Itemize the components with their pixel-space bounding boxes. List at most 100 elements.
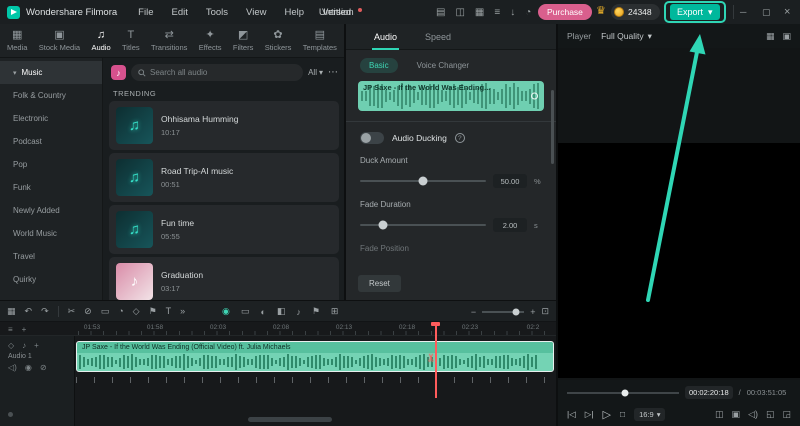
window-close-button[interactable]: × xyxy=(784,0,790,24)
tab-audio-properties[interactable]: Audio xyxy=(371,24,400,50)
ai-music-icon[interactable]: ♪ xyxy=(111,65,126,80)
track-keyframe-icon[interactable]: ◇ xyxy=(8,341,14,350)
tab-titles[interactable]: T Titles xyxy=(122,29,140,52)
split-icon[interactable]: ✂ xyxy=(68,306,76,317)
progress-handle[interactable] xyxy=(621,389,629,396)
fade-duration-value[interactable]: 2.00 xyxy=(493,218,527,232)
sidebar-item-music[interactable]: ▾ Music xyxy=(0,61,102,84)
layout-switch-icon[interactable]: ◫ xyxy=(455,7,464,18)
play-icon[interactable]: ▷ xyxy=(603,408,611,421)
crop-icon[interactable]: ▭ xyxy=(101,306,110,317)
menu-file[interactable]: File xyxy=(129,7,162,18)
render-preview-icon[interactable]: ⊞ xyxy=(331,306,339,317)
zoom-slider[interactable] xyxy=(482,308,525,315)
timeline-ruler[interactable]: ≡ + 01:53 01:58 02:03 02:08 02:13 02:18 … xyxy=(0,322,556,336)
text-tool-icon[interactable]: T xyxy=(166,306,172,316)
menu-view[interactable]: View xyxy=(237,7,275,18)
workspace-icon[interactable]: ▦ xyxy=(7,306,16,317)
more-tools-icon[interactable]: » xyxy=(180,306,185,316)
mask-icon[interactable]: ◐ xyxy=(260,307,265,317)
export-button[interactable]: Export ▾ xyxy=(670,4,720,20)
next-frame-icon[interactable]: ▷| xyxy=(585,409,594,420)
subtab-basic[interactable]: Basic xyxy=(360,58,398,73)
sidebar-item-electronic[interactable]: Electronic xyxy=(0,107,102,130)
playback-progress-slider[interactable] xyxy=(567,389,679,396)
duck-amount-slider[interactable] xyxy=(360,176,486,186)
zoom-handle[interactable] xyxy=(512,308,520,315)
sidebar-item-newly-added[interactable]: Newly Added xyxy=(0,199,102,222)
sidebar-item-travel[interactable]: Travel xyxy=(0,245,102,268)
coins-balance[interactable]: 24348 xyxy=(611,4,660,20)
sidebar-item-funk[interactable]: Funk xyxy=(0,176,102,199)
list-item-track[interactable]: ♫ Ohhisama Humming 10:17 xyxy=(109,101,339,150)
track-menu-icon[interactable]: ≡ xyxy=(8,325,13,334)
mic-icon[interactable]: ♪ xyxy=(296,307,301,317)
rewards-crown-icon[interactable]: ♛ xyxy=(596,5,606,18)
fullscreen-icon[interactable]: ◱ xyxy=(766,409,775,420)
record-enable-icon[interactable]: ◉ xyxy=(25,363,32,372)
speed-icon[interactable]: ◔ xyxy=(118,306,123,316)
grid-view-icon[interactable]: ▦ xyxy=(766,31,775,42)
tab-transitions[interactable]: ⇄ Transitions xyxy=(151,29,187,52)
tab-audio[interactable]: ♫ Audio xyxy=(91,29,110,52)
chroma-key-icon[interactable]: ◧ xyxy=(277,306,286,317)
zoom-in-icon[interactable]: + xyxy=(530,307,535,317)
tab-speed-properties[interactable]: Speed xyxy=(425,24,451,50)
zoom-out-icon[interactable]: − xyxy=(471,307,476,317)
sidebar-item-folk-country[interactable]: Folk & Country xyxy=(0,84,102,107)
import-icon[interactable]: ↓ xyxy=(510,7,515,18)
stop-icon[interactable]: □ xyxy=(620,409,625,419)
aspect-ratio-dropdown[interactable]: 16:9 ▾ xyxy=(634,407,666,421)
fade-duration-slider[interactable] xyxy=(360,220,486,230)
tab-stock-media[interactable]: ▣ Stock Media xyxy=(39,29,80,52)
voiceover-record-icon[interactable]: ◉ xyxy=(222,306,230,317)
quality-dropdown[interactable]: Full Quality ▾ xyxy=(601,31,652,42)
menu-tools[interactable]: Tools xyxy=(197,7,237,18)
snapshot-icon[interactable]: ◫ xyxy=(715,409,724,420)
menu-edit[interactable]: Edit xyxy=(162,7,196,18)
sidebar-item-podcast[interactable]: Podcast xyxy=(0,130,102,153)
slider-handle[interactable] xyxy=(418,176,428,186)
marker-icon[interactable]: ⚑ xyxy=(149,306,157,317)
tab-media[interactable]: ▦ Media xyxy=(7,29,27,52)
purchase-button[interactable]: Purchase xyxy=(538,4,592,20)
list-item-track[interactable]: ♫ Fun time 05:55 xyxy=(109,205,339,254)
panel-arrange-icon[interactable]: ▦ xyxy=(475,7,484,18)
volume-icon[interactable]: ◁) xyxy=(748,409,758,420)
window-minimize-button[interactable]: ─ xyxy=(740,0,746,24)
subtab-voice-changer[interactable]: Voice Changer xyxy=(408,58,478,73)
voiceover-icon[interactable]: ♪ xyxy=(22,341,26,350)
add-track-icon[interactable]: + xyxy=(22,325,27,334)
tab-effects[interactable]: ✦ Effects xyxy=(199,29,222,52)
fit-timeline-icon[interactable]: ⊡ xyxy=(541,306,549,317)
tab-templates[interactable]: ▤ Templates xyxy=(303,29,337,52)
delete-icon[interactable]: ⊘ xyxy=(84,306,92,317)
audio-ducking-toggle[interactable] xyxy=(360,132,384,144)
sidebar-item-world-music[interactable]: World Music xyxy=(0,222,102,245)
flag-marker-icon[interactable]: ⚑ xyxy=(312,306,320,317)
add-track-dot[interactable] xyxy=(8,412,13,417)
list-item-track[interactable]: ♫ Road Trip-AI music 00:51 xyxy=(109,153,339,202)
selected-clip-strip[interactable]: JP Saxe - If the World Was Ending... xyxy=(358,81,544,111)
history-icon[interactable]: ◔ xyxy=(525,7,531,18)
window-maximize-button[interactable]: ▢ xyxy=(762,0,771,24)
search-box[interactable] xyxy=(131,64,304,81)
more-options-icon[interactable]: ⋯ xyxy=(328,67,338,77)
duck-amount-value[interactable]: 50.00 xyxy=(493,174,527,188)
list-item-track[interactable]: ♪ Graduation 03:17 xyxy=(109,257,339,300)
shortcut-list-icon[interactable]: ≡ xyxy=(494,7,500,18)
device-preview-icon[interactable]: ▤ xyxy=(436,7,445,18)
monitor-icon[interactable]: ▣ xyxy=(732,409,741,420)
clip-keyframe-icon[interactable] xyxy=(531,92,538,100)
detach-player-icon[interactable]: ◲ xyxy=(782,409,791,420)
add-icon[interactable]: + xyxy=(34,341,39,350)
mute-icon[interactable]: ◁) xyxy=(8,363,17,372)
lock-icon[interactable]: ⊘ xyxy=(40,363,47,372)
timeline-horizontal-scrollbar[interactable] xyxy=(248,417,332,422)
prev-frame-icon[interactable]: |◁ xyxy=(567,409,576,420)
undo-icon[interactable]: ↶ xyxy=(25,306,33,317)
preview-mode-icon[interactable]: ▣ xyxy=(782,31,791,42)
sidebar-item-quirky[interactable]: Quirky xyxy=(0,268,102,291)
slider-handle[interactable] xyxy=(378,220,388,230)
timeline-audio-clip[interactable]: JP Saxe - If the World Was Ending (Offic… xyxy=(76,341,554,372)
